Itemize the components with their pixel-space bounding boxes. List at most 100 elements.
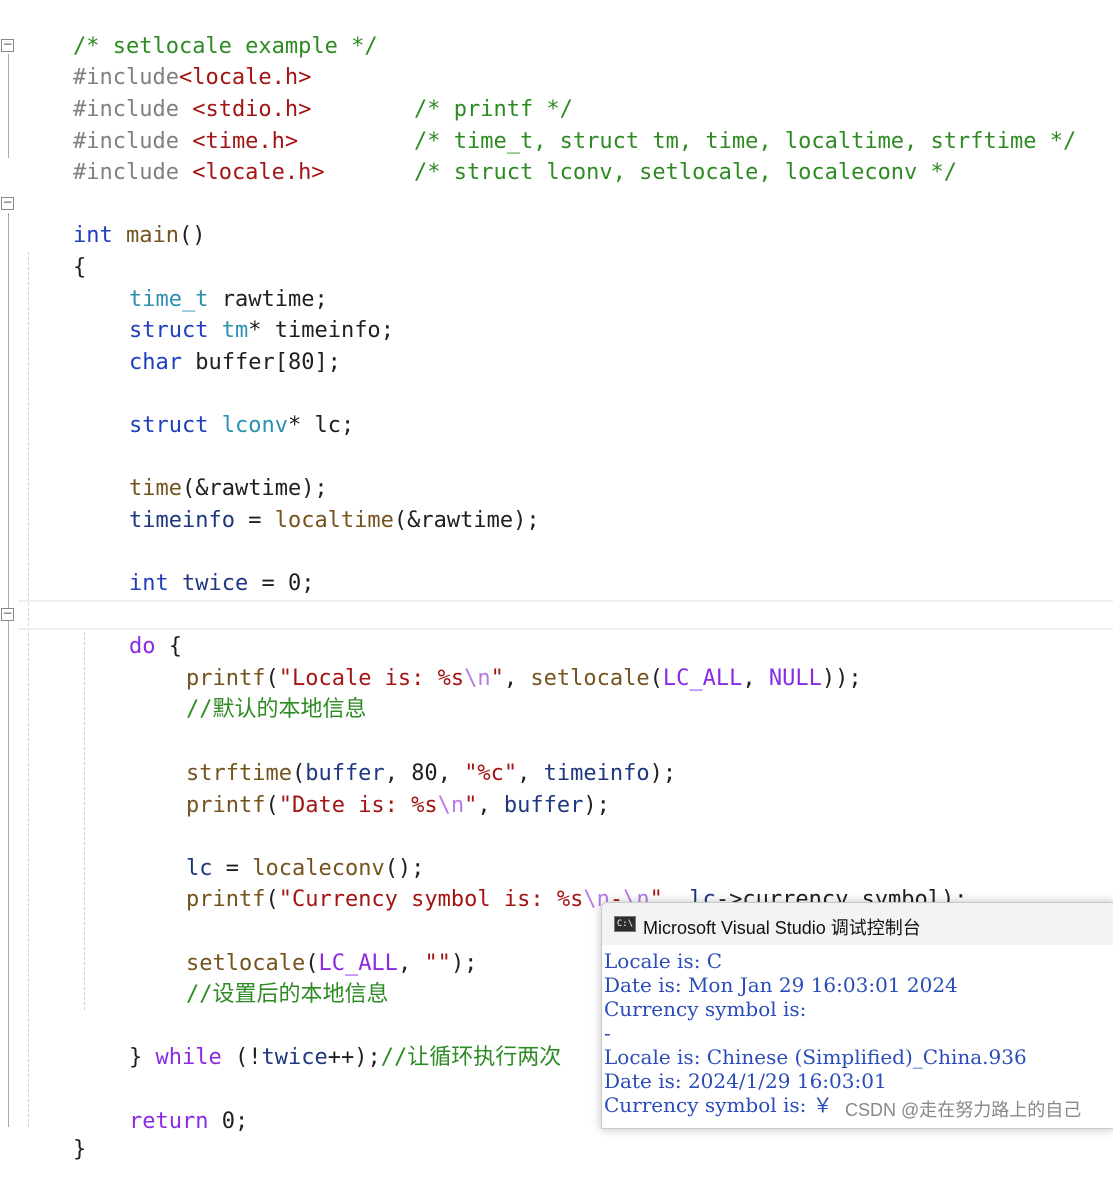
punctuation: } xyxy=(128,1045,156,1070)
code-line: struct lconv* lc; xyxy=(76,379,354,438)
console-output-line: - xyxy=(604,1021,611,1045)
keyword: return xyxy=(128,1109,209,1134)
code-line: time(&rawtime); xyxy=(76,442,328,501)
operator: * xyxy=(287,413,302,438)
string-literal: " xyxy=(464,793,478,818)
string-literal: "" xyxy=(424,951,451,976)
punctuation: ( xyxy=(649,666,663,691)
macro: NULL xyxy=(768,666,822,691)
code-line-comment: /* struct lconv, setlocale, localeconv *… xyxy=(361,126,957,185)
function-name: main xyxy=(125,223,179,248)
fold-region-line xyxy=(8,54,9,158)
code-line: return 0; xyxy=(76,1075,248,1134)
function-name: printf xyxy=(185,887,266,912)
punctuation: , xyxy=(397,951,425,976)
comment: /* struct lconv, setlocale, localeconv *… xyxy=(413,160,958,185)
console-title: Microsoft Visual Studio 调试控制台 xyxy=(643,918,921,938)
code-line: printf("Date is: %s\n", buffer); xyxy=(133,759,610,818)
variable: buffer xyxy=(503,793,584,818)
debug-console-window[interactable]: C:\ Microsoft Visual Studio 调试控制台 Locale… xyxy=(601,902,1113,1129)
function-name: setlocale xyxy=(530,666,650,691)
keyword: while xyxy=(155,1045,222,1070)
variable: buffer xyxy=(195,350,275,375)
escape-sequence: \n xyxy=(464,666,491,691)
code-line: int twice = 0; xyxy=(76,537,314,596)
comment: //让循环执行两次 xyxy=(380,1045,562,1070)
punctuation: ; xyxy=(380,318,394,343)
punctuation: ); xyxy=(513,508,540,533)
operator: ++ xyxy=(327,1045,355,1070)
comment: //设置后的本地信息 xyxy=(185,982,389,1007)
punctuation: , xyxy=(503,666,531,691)
code-line-comment: /* printf */ xyxy=(361,63,573,122)
variable: lc xyxy=(314,413,341,438)
punctuation: ; xyxy=(301,571,315,596)
console-output-line: Date is: 2024/1/29 16:03:01 xyxy=(604,1069,887,1093)
punctuation: ); xyxy=(450,951,478,976)
preprocessor: #include xyxy=(72,160,179,185)
punctuation: } xyxy=(72,1137,87,1162)
punctuation: ); xyxy=(649,761,677,786)
string-literal: "Currency symbol is: %s xyxy=(278,887,584,912)
keyword: char xyxy=(128,350,182,375)
code-line: time_t rawtime; xyxy=(76,253,328,312)
punctuation: ; xyxy=(234,1109,249,1134)
punctuation: ; xyxy=(340,413,355,438)
code-line: #include<locale.h> xyxy=(20,31,311,90)
code-line: //默认的本地信息 xyxy=(133,663,367,722)
punctuation: (& xyxy=(393,508,421,533)
code-line: //设置后的本地信息 xyxy=(133,948,389,1007)
code-line: #include <stdio.h> xyxy=(20,63,311,122)
comment: //默认的本地信息 xyxy=(185,697,367,722)
string-literal: "Date is: %s xyxy=(278,793,438,818)
console-output-line: Currency symbol is: ￥ xyxy=(604,1093,833,1117)
punctuation: ( xyxy=(265,887,279,912)
variable: twice xyxy=(181,571,249,596)
code-line-comment: /* time_t, struct tm, time, localtime, s… xyxy=(361,95,1076,154)
collapse-toggle-icon[interactable]: − xyxy=(1,607,14,621)
operator: = xyxy=(248,571,288,596)
punctuation: , xyxy=(742,666,769,691)
punctuation: , xyxy=(477,793,504,818)
keyword: int xyxy=(128,571,169,596)
code-line: lc = localeconv(); xyxy=(133,822,424,881)
csdn-watermark: CSDN @走在努力路上的自己 xyxy=(845,1100,1082,1120)
code-line: char buffer[80]; xyxy=(76,316,341,375)
current-line-highlight xyxy=(18,600,1113,630)
punctuation: () xyxy=(178,223,206,248)
code-line: /* setlocale example */ xyxy=(20,0,378,59)
punctuation: ); xyxy=(583,793,610,818)
console-title-bar[interactable]: C:\ Microsoft Visual Studio 调试控制台 xyxy=(602,903,1113,945)
function-name: localtime xyxy=(274,508,394,533)
console-output-line: Locale is: C xyxy=(604,949,723,973)
punctuation: ); xyxy=(354,1045,381,1070)
escape-sequence: \n xyxy=(437,793,465,818)
string-literal: " xyxy=(490,666,504,691)
punctuation: [80]; xyxy=(274,350,341,375)
code-line: { xyxy=(20,221,86,280)
collapse-toggle-icon[interactable]: − xyxy=(1,196,14,210)
operator: = xyxy=(234,508,275,533)
code-line: printf("Currency symbol is: %s\n-\n", lc… xyxy=(133,853,968,912)
code-line: } xyxy=(20,1103,86,1162)
keyword: struct xyxy=(128,413,209,438)
variable: rawtime xyxy=(420,508,514,533)
variable: timeinfo xyxy=(128,508,235,533)
code-line: int main() xyxy=(20,189,205,248)
variable: twice xyxy=(261,1045,328,1070)
header-name: <locale.h> xyxy=(192,160,325,185)
macro: LC_ALL xyxy=(662,666,743,691)
collapse-toggle-icon[interactable]: − xyxy=(1,38,14,52)
punctuation: ( xyxy=(265,793,279,818)
punctuation: (! xyxy=(221,1045,262,1070)
code-line: } while (!twice++);//让循环执行两次 xyxy=(76,1011,561,1070)
indent-guide xyxy=(28,252,29,1127)
code-line: strftime(buffer, 80, "%c", timeinfo); xyxy=(133,727,676,786)
console-app-icon: C:\ xyxy=(614,916,636,932)
code-line: setlocale(LC_ALL, ""); xyxy=(133,917,477,976)
punctuation: )); xyxy=(821,666,862,691)
console-output-line: Locale is: Chinese (Simplified)_China.93… xyxy=(604,1045,1027,1069)
console-output-line: Currency symbol is: xyxy=(604,997,807,1021)
type-name: lconv xyxy=(221,413,288,438)
code-line: timeinfo = localtime(&rawtime); xyxy=(76,474,540,533)
